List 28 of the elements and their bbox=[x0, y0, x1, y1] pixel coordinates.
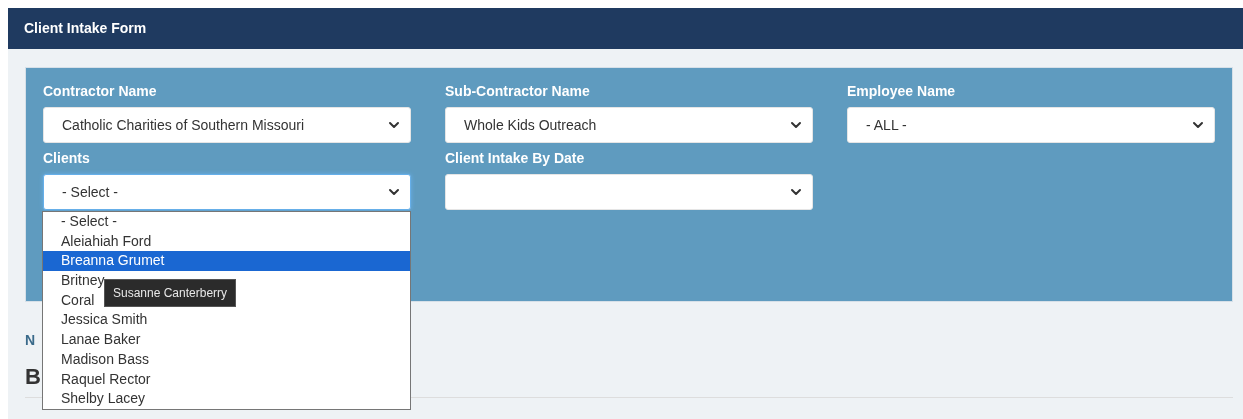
dropdown-option[interactable]: Jessica Smith bbox=[61, 311, 148, 328]
dropdown-option[interactable]: Shelby Lacey bbox=[61, 390, 146, 407]
dropdown-option[interactable]: Breanna Grumet bbox=[43, 251, 410, 272]
dropdown-option[interactable]: Madison Bass bbox=[61, 350, 149, 367]
select-field[interactable]: Catholic Charities of Southern Missouri bbox=[43, 107, 411, 143]
dropdown-option[interactable]: Britney bbox=[61, 272, 105, 289]
field-label: Contractor Name bbox=[43, 82, 158, 101]
select-value: Catholic Charities of Southern Missouri bbox=[62, 115, 304, 135]
field-label: Employee Name bbox=[847, 82, 957, 101]
dropdown-option[interactable]: Raquel Rector bbox=[61, 370, 151, 387]
field-label: Clients bbox=[43, 149, 91, 168]
tooltip: Susanne Canterberry bbox=[104, 279, 237, 307]
select-field[interactable]: Whole Kids Outreach bbox=[445, 107, 813, 143]
dropdown-option[interactable]: Aleiahiah Ford bbox=[61, 232, 152, 249]
select-value: Whole Kids Outreach bbox=[464, 115, 597, 135]
dropdown-option[interactable]: - Select - bbox=[61, 213, 117, 229]
section-caption: N bbox=[25, 332, 36, 348]
field-label: Client Intake By Date bbox=[445, 149, 586, 168]
select-field[interactable]: - ALL - bbox=[847, 107, 1215, 143]
header-title: Client Intake Form bbox=[24, 19, 147, 38]
select-value: - Select - bbox=[62, 182, 118, 202]
section-heading: B bbox=[25, 364, 41, 389]
dropdown-option[interactable]: Lanae Baker bbox=[61, 331, 141, 348]
select-value: - ALL - bbox=[866, 115, 907, 135]
field-label: Sub-Contractor Name bbox=[445, 82, 591, 101]
dropdown-option[interactable]: Coral bbox=[61, 291, 95, 308]
select-field[interactable] bbox=[445, 174, 813, 210]
select-field[interactable]: - Select - bbox=[43, 174, 411, 210]
